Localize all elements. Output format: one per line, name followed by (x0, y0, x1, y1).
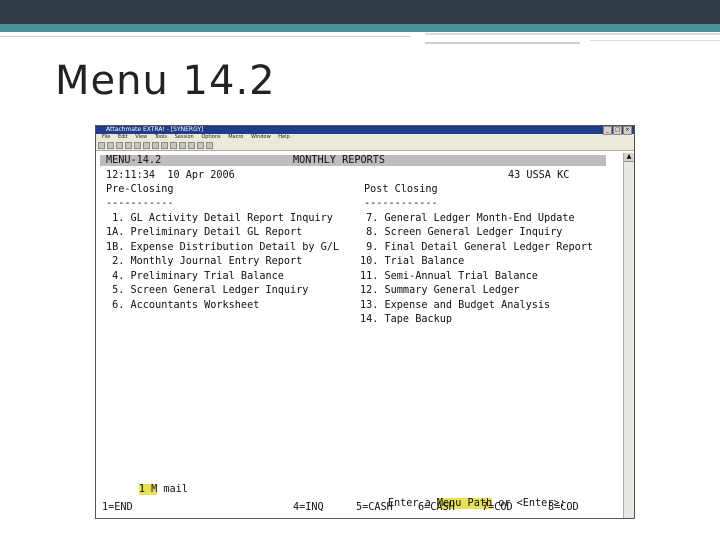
decorative-line (425, 33, 720, 35)
user-id: 43 USSA KC (508, 170, 570, 181)
menu-edit[interactable]: Edit (118, 134, 128, 140)
post-closing-item[interactable]: 14. Tape Backup (360, 314, 452, 325)
menu-file[interactable]: File (102, 134, 110, 140)
post-closing-item[interactable]: 12. Summary General Ledger (360, 285, 519, 296)
menu-id: MENU-14.2 (106, 155, 162, 166)
terminal-window: Attachmate EXTRA! - [SYNERGY] _ □ × File… (95, 125, 635, 519)
decorative-line (425, 42, 580, 44)
post-closing-item[interactable]: 9. Final Detail General Ledger Report (360, 242, 593, 253)
menu-view[interactable]: View (135, 134, 147, 140)
post-closing-item[interactable]: 7. General Ledger Month-End Update (360, 213, 575, 224)
post-closing-item[interactable]: 8. Screen General Ledger Inquiry (360, 227, 562, 238)
toolbar (96, 141, 634, 151)
cut-icon[interactable] (134, 142, 141, 149)
terminal-screen[interactable]: MENU-14.2 MONTHLY REPORTS 12:11:34 10 Ap… (96, 153, 623, 518)
mail-indicator: 1 M (138, 484, 158, 495)
decorative-line (590, 40, 720, 41)
open-icon[interactable] (107, 142, 114, 149)
macro-icon[interactable] (179, 142, 186, 149)
pre-closing-item[interactable]: 1B. Expense Distribution Detail by G/L (106, 242, 339, 253)
menu-title: MONTHLY REPORTS (293, 155, 386, 166)
window-title-bar: Attachmate EXTRA! - [SYNERGY] _ □ × (96, 126, 634, 135)
menu-session[interactable]: Session (175, 134, 194, 140)
paste-icon[interactable] (152, 142, 159, 149)
copy-icon[interactable] (143, 142, 150, 149)
post-closing-item[interactable]: 10. Trial Balance (360, 256, 464, 267)
pre-closing-item[interactable]: 1A. Preliminary Detail GL Report (106, 227, 302, 238)
connect-icon[interactable] (161, 142, 168, 149)
menu-help[interactable]: Help (278, 134, 289, 140)
menu-tools[interactable]: Tools (155, 134, 167, 140)
mail-text: mail (163, 484, 188, 495)
vertical-scrollbar[interactable]: ▲ (623, 153, 634, 518)
pre-closing-underline: ----------- (106, 198, 174, 209)
settings-icon[interactable] (188, 142, 195, 149)
post-closing-item[interactable]: 11. Semi-Annual Trial Balance (360, 271, 538, 282)
menu-options[interactable]: Options (201, 134, 220, 140)
window-menu-bar: File Edit View Tools Session Options Mac… (96, 134, 634, 141)
function-key-cod[interactable]: 7=COD (482, 502, 513, 513)
help-icon[interactable] (206, 142, 213, 149)
menu-macro[interactable]: Macro (228, 134, 243, 140)
function-key-cash[interactable]: 6=CASH (418, 502, 455, 513)
function-key-cash[interactable]: 5=CASH (356, 502, 393, 513)
pre-closing-heading: Pre-Closing (106, 184, 174, 195)
minimize-icon[interactable]: _ (603, 126, 612, 135)
pre-closing-item[interactable]: 1. GL Activity Detail Report Inquiry (106, 213, 333, 224)
new-icon[interactable] (98, 142, 105, 149)
slide-top-bar (0, 0, 720, 24)
keyboard-icon[interactable] (197, 142, 204, 149)
save-icon[interactable] (116, 142, 123, 149)
maximize-icon[interactable]: □ (613, 126, 622, 135)
pre-closing-item[interactable]: 6. Accountants Worksheet (106, 300, 259, 311)
slide-title: Menu 14.2 (55, 58, 276, 104)
menu-window[interactable]: Window (251, 134, 271, 140)
scroll-up-icon[interactable]: ▲ (624, 153, 634, 162)
function-key-inq[interactable]: 4=INQ (293, 502, 324, 513)
print-icon[interactable] (125, 142, 132, 149)
function-key-end[interactable]: 1=END (102, 502, 133, 513)
window-title: Attachmate EXTRA! - [SYNERGY] (106, 126, 204, 133)
datetime: 12:11:34 10 Apr 2006 (106, 170, 235, 181)
decorative-line (0, 36, 410, 37)
disconnect-icon[interactable] (170, 142, 177, 149)
pre-closing-item[interactable]: 5. Screen General Ledger Inquiry (106, 285, 308, 296)
post-closing-heading: Post Closing (364, 184, 438, 195)
post-closing-underline: ------------ (364, 198, 438, 209)
close-icon[interactable]: × (623, 126, 632, 135)
pre-closing-item[interactable]: 2. Monthly Journal Entry Report (106, 256, 302, 267)
slide-accent-bar (0, 24, 720, 32)
function-key-cod[interactable]: 8=COD (548, 502, 579, 513)
pre-closing-item[interactable]: 4. Preliminary Trial Balance (106, 271, 284, 282)
post-closing-item[interactable]: 13. Expense and Budget Analysis (360, 300, 550, 311)
